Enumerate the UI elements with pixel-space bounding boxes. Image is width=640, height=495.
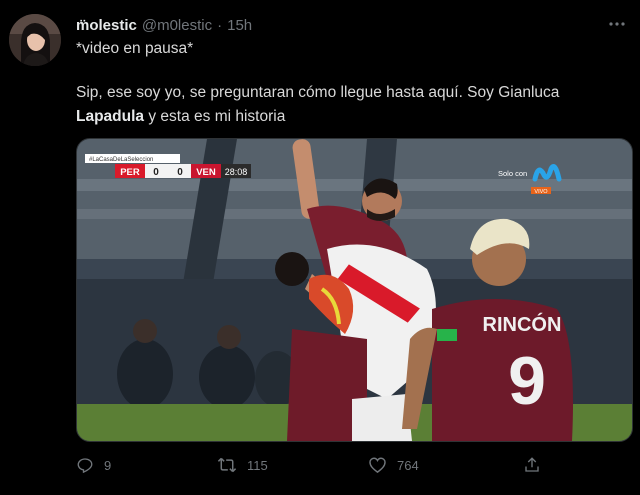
like-count: 764 — [397, 457, 419, 473]
reply-count: 9 — [104, 457, 112, 473]
jersey-name: RINCÓN — [483, 312, 562, 336]
avatar[interactable] — [9, 14, 61, 66]
broadcaster-badge: VIVO — [534, 189, 548, 195]
team-away: VEN — [196, 167, 216, 178]
tweet-text-line: *video en pausa* — [76, 40, 194, 57]
bold-name: Lapadula — [76, 108, 145, 125]
reply-icon — [77, 458, 93, 474]
more-horizontal-icon[interactable] — [608, 15, 626, 38]
timestamp[interactable]: 15h — [227, 17, 252, 34]
tweet-text-line: Lapadula y esta es mi historia — [76, 105, 285, 129]
video-thumbnail[interactable]: RINCÓN 9 #LaCasaDeLaSeleccion PER 0 0 VE… — [76, 138, 633, 442]
scorebug-banner: #LaCasaDeLaSeleccion — [89, 157, 153, 163]
like-button[interactable]: 764 — [368, 456, 419, 474]
reply-button[interactable]: 9 — [76, 456, 111, 474]
separator: · — [217, 16, 223, 34]
display-name[interactable]: m̈olestic — [76, 17, 137, 34]
score-away: 0 — [177, 167, 183, 178]
heart-icon — [369, 457, 386, 474]
retweet-button[interactable]: 115 — [217, 456, 268, 474]
retweet-icon — [217, 457, 237, 473]
share-button[interactable] — [523, 456, 551, 474]
action-bar: 9 115 764 — [76, 456, 556, 478]
tweet-text-rest: y esta es mi historia — [144, 108, 286, 125]
user-handle[interactable]: @m0lestic — [142, 17, 212, 34]
score-home: 0 — [153, 167, 159, 178]
tweet-header: m̈olestic @m0lestic · 15h — [76, 15, 252, 35]
team-home: PER — [120, 167, 140, 178]
retweet-count: 115 — [247, 457, 268, 473]
match-clock: 28:08 — [225, 167, 248, 177]
tweet-text-line: Sip, ese soy yo, se preguntaran cómo lle… — [76, 84, 560, 101]
broadcaster-text: Solo con — [498, 169, 527, 178]
tweet: m̈olestic @m0lestic · 15h *video en paus… — [0, 0, 640, 495]
share-icon — [525, 457, 539, 472]
jersey-number: 9 — [508, 343, 546, 419]
